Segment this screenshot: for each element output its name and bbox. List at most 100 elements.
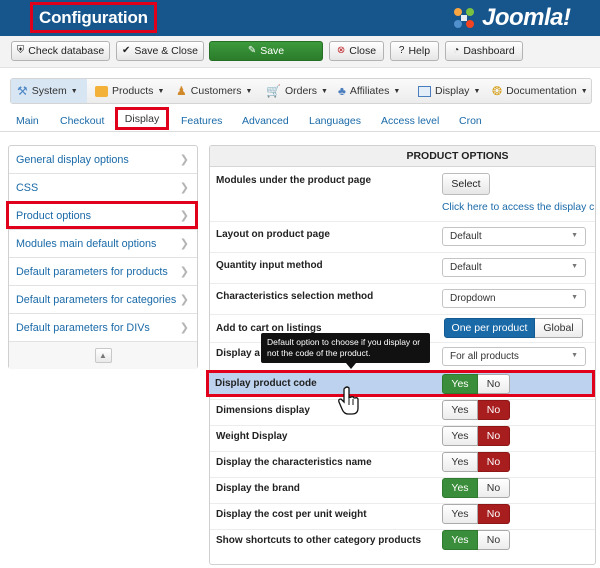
brand-no[interactable]: No [478,478,510,498]
caret-down-icon: ▼ [393,87,401,95]
dashboard-button[interactable]: ◔ Dashboard [445,41,523,61]
sidebar-item-params-products[interactable]: Default parameters for products ❯ [9,258,197,286]
menu-products[interactable]: Products ▼ [95,79,164,103]
tab-divider [0,131,600,132]
tooltip-line-1: Default option to choose if you display … [267,337,421,347]
characteristics-value: Dropdown [450,293,496,304]
page-title: Configuration [39,7,148,27]
select-modules-button[interactable]: Select [442,173,490,195]
quantity-value: Default [450,262,482,273]
shortcuts-no[interactable]: No [478,530,510,550]
menu-orders-label: Orders [284,85,318,97]
tab-advanced[interactable]: Advanced [242,110,289,132]
cart-icon: 🛒 [266,84,281,98]
tooltip-arrow [346,363,356,369]
display-a-select[interactable]: For all products ▼ [442,347,586,366]
characteristics-name-no[interactable]: No [478,452,510,472]
characteristics-name-yes[interactable]: Yes [442,452,478,472]
save-label: Save [260,45,285,57]
display-product-code-yes[interactable]: Yes [442,374,478,394]
menu-documentation[interactable]: ❂ Documentation ▼ [492,79,588,103]
check-database-button[interactable]: ⛨ Check database [11,41,110,61]
save-button[interactable]: ✎ Save [209,41,323,61]
global-button[interactable]: Global [535,318,583,338]
products-icon [95,85,108,97]
main-menu: ⚒ System ▼ Products ▼ ♟ Customers ▼ 🛒 Or… [10,78,592,104]
cost-per-weight-no[interactable]: No [478,504,510,524]
joomla-logo-icon [454,8,474,28]
tab-main[interactable]: Main [16,110,39,132]
menu-documentation-label: Documentation [506,85,577,97]
menu-orders[interactable]: 🛒 Orders ▼ [266,79,328,103]
menu-affiliates[interactable]: ♣ Affiliates ▼ [338,79,400,103]
header-bar: Configuration Joomla! [0,0,600,36]
menu-system[interactable]: ⚒ System ▼ [11,79,87,103]
shortcuts-label: Show shortcuts to other category product… [216,535,422,546]
cost-per-weight-yes[interactable]: Yes [442,504,478,524]
caret-down-icon: ▼ [571,352,578,359]
menu-products-label: Products [112,85,154,97]
sidebar-item-params-categories[interactable]: Default parameters for categories ❯ [9,286,197,314]
display-product-code-no[interactable]: No [478,374,510,394]
row-divider [210,503,595,504]
sidebar-item-product-options[interactable]: Product options ❯ [9,202,197,230]
help-label: Help [408,45,431,57]
save-close-button[interactable]: ✔ Save & Close [116,41,204,61]
tools-icon: ⚒ [17,84,28,98]
tab-languages[interactable]: Languages [309,110,361,132]
sidebar-item-params-divs[interactable]: Default parameters for DIVs ❯ [9,314,197,342]
page-title-box: Configuration [30,2,157,33]
dimensions-no[interactable]: No [478,400,510,420]
shield-icon: ⛨ [16,45,25,56]
toolbar: ⛨ Check database ✔ Save & Close ✎ Save ⊗… [0,36,600,68]
dimensions-yes[interactable]: Yes [442,400,478,420]
panel-heading: PRODUCT OPTIONS [210,146,595,167]
characteristics-select[interactable]: Dropdown ▼ [442,289,586,308]
joomla-logo: Joomla! [450,4,571,32]
caret-down-icon: ▼ [571,263,578,270]
sidebar-item-css[interactable]: CSS ❯ [9,174,197,202]
sidebar-item-general-display[interactable]: General display options ❯ [9,146,197,174]
quantity-select[interactable]: Default ▼ [442,258,586,277]
help-button[interactable]: ? Help [390,41,439,61]
close-label: Close [349,45,377,57]
menu-customers[interactable]: ♟ Customers ▼ [176,79,252,103]
layout-value: Default [450,231,482,242]
weight-no[interactable]: No [478,426,510,446]
weight-yes[interactable]: Yes [442,426,478,446]
caret-down-icon: ▼ [473,87,481,95]
sidebar-footer: ▲ [9,342,197,369]
one-per-product-button[interactable]: One per product [444,318,535,338]
shortcuts-yes[interactable]: Yes [442,530,478,550]
check-database-label: Check database [28,45,105,57]
row-divider [210,252,595,253]
brand-yes[interactable]: Yes [442,478,478,498]
sidebar-item-modules-defaults[interactable]: Modules main default options ❯ [9,230,197,258]
display-product-code-row: Display product code Yes No [206,370,595,397]
tab-access-level[interactable]: Access level [381,110,439,132]
chevron-right-icon: ❯ [179,322,189,334]
row-divider [210,314,595,315]
chevron-right-icon: ❯ [179,238,189,250]
row-divider [210,451,595,452]
tab-display[interactable]: Display [115,107,169,130]
display-icon [418,85,431,97]
layout-select[interactable]: Default ▼ [442,227,586,246]
menu-display[interactable]: Display ▼ [418,79,480,103]
tab-cron[interactable]: Cron [459,110,482,132]
cost-per-weight-label: Display the cost per unit weight [216,509,367,520]
sidebar-item-label: CSS [16,181,39,194]
menu-customers-label: Customers [190,85,242,97]
quantity-label: Quantity input method [216,260,323,271]
tab-checkout[interactable]: Checkout [60,110,104,132]
caret-down-icon: ▼ [321,87,328,95]
docs-icon: ❂ [492,84,503,98]
access-display-link[interactable]: Click here to access the display c [442,202,595,213]
tab-features[interactable]: Features [181,110,222,132]
eject-icon[interactable]: ▲ [94,348,112,363]
close-button[interactable]: ⊗ Close [329,41,384,61]
row-divider [210,477,595,478]
menu-system-label: System [31,85,67,97]
display-a-value: For all products [450,351,519,362]
caret-down-icon: ▼ [571,294,578,301]
